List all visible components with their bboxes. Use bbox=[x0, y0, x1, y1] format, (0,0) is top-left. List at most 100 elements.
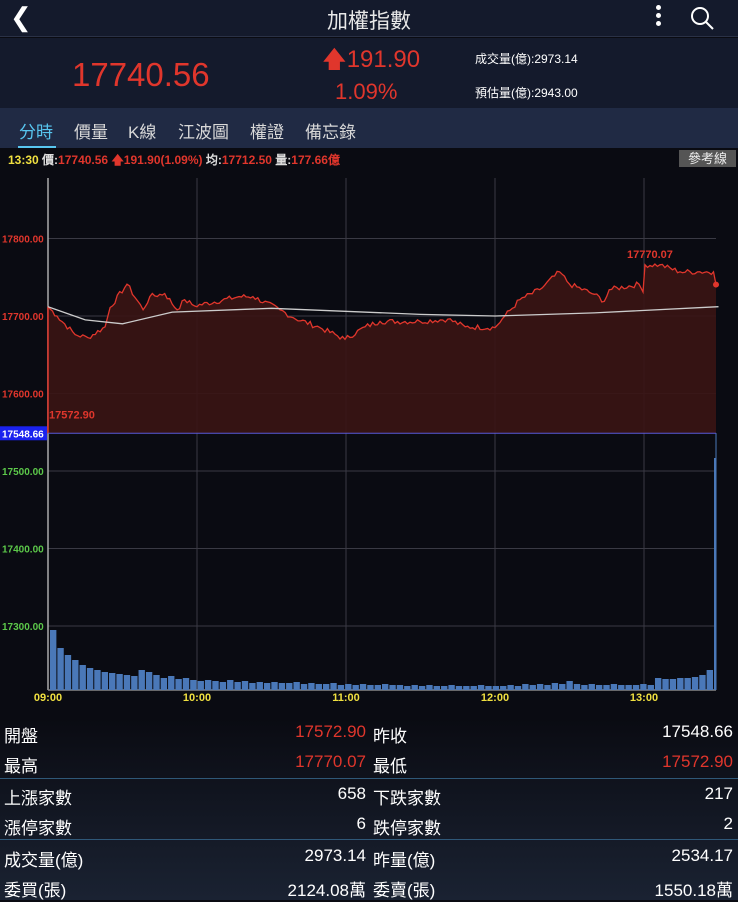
volume-bar bbox=[131, 676, 138, 690]
volume-bar bbox=[470, 686, 477, 690]
volume-bar bbox=[654, 678, 662, 690]
volume-bar bbox=[389, 685, 396, 690]
volume-bar bbox=[190, 680, 197, 690]
volume-bar bbox=[396, 685, 404, 690]
tab-kline[interactable]: K線 bbox=[128, 118, 156, 143]
volume-bar bbox=[50, 630, 57, 690]
volume-bar bbox=[212, 681, 219, 690]
tab-wave-chart[interactable]: 江波圖 bbox=[178, 118, 229, 143]
volume-bar bbox=[522, 684, 529, 690]
volume-bar bbox=[595, 685, 603, 690]
info-volume: 177.66億 bbox=[291, 153, 340, 167]
stats-row: 最高 17770.07 最低 17572.90 bbox=[0, 748, 738, 778]
prev-close-label: 17548.66 bbox=[2, 429, 44, 440]
quote-panel: 17740.56 🡅191.90 1.09% 成交量(億):2973.14 預估… bbox=[0, 38, 738, 108]
stat-value: 2534.17 bbox=[671, 846, 733, 865]
volume-bar bbox=[101, 672, 109, 690]
stat-value: 17548.66 bbox=[662, 722, 733, 741]
volume-bar bbox=[625, 685, 632, 690]
volume-bar bbox=[367, 685, 374, 690]
volume-bar bbox=[662, 679, 669, 690]
volume-bar bbox=[677, 678, 684, 690]
tab-warrants[interactable]: 權證 bbox=[250, 118, 284, 143]
stat-value: 1550.18萬 bbox=[654, 881, 733, 900]
divider bbox=[0, 839, 738, 840]
volume-bar bbox=[300, 684, 308, 690]
volume-bar bbox=[618, 685, 625, 690]
stat-label: 委賣(張) bbox=[373, 881, 436, 900]
volume-bar bbox=[359, 684, 367, 690]
volume-bar bbox=[72, 660, 79, 690]
volume-bar bbox=[315, 684, 322, 690]
info-time: 13:30 bbox=[8, 153, 39, 167]
stat-value: 658 bbox=[337, 784, 366, 803]
x-tick-label: 11:00 bbox=[332, 692, 360, 704]
price-area bbox=[48, 264, 717, 434]
volume-bar bbox=[322, 684, 330, 690]
stat-value: 6 bbox=[356, 814, 366, 833]
stat-value: 17770.07 bbox=[295, 752, 366, 771]
volume-bar bbox=[263, 683, 271, 690]
volume-bar bbox=[256, 682, 263, 690]
volume-bar bbox=[123, 675, 131, 690]
stat-label: 最高 bbox=[4, 757, 38, 776]
up-arrow-icon: 🡅 bbox=[111, 153, 124, 167]
volume-bar bbox=[308, 683, 315, 690]
reference-line-button[interactable]: 參考線 bbox=[679, 150, 736, 167]
search-icon[interactable] bbox=[690, 6, 714, 30]
volume-bar bbox=[441, 686, 448, 690]
y-tick-label: 17500.00 bbox=[2, 467, 44, 478]
stat-value: 2 bbox=[723, 814, 733, 833]
stat-value: 17572.90 bbox=[295, 722, 366, 741]
last-price-dot bbox=[713, 281, 720, 288]
high-label: 17770.07 bbox=[627, 249, 673, 261]
tab-memo[interactable]: 備忘錄 bbox=[305, 118, 356, 143]
volume-bar bbox=[337, 685, 345, 690]
y-tick-label: 17700.00 bbox=[2, 312, 44, 323]
volume-bar bbox=[714, 458, 716, 690]
stats-row: 成交量(億) 2973.14 昨量(億) 2534.17 bbox=[0, 842, 738, 872]
tab-price-volume[interactable]: 價量 bbox=[74, 118, 108, 143]
volume-bar bbox=[433, 686, 441, 690]
volume-value: 成交量(億):2973.14 bbox=[475, 52, 578, 66]
volume-bar bbox=[293, 682, 300, 690]
y-tick-label: 17800.00 bbox=[2, 235, 44, 246]
y-tick-label: 17400.00 bbox=[2, 545, 44, 556]
more-vertical-icon[interactable] bbox=[652, 3, 664, 29]
tab-intraday[interactable]: 分時 bbox=[19, 118, 53, 143]
volume-bar bbox=[404, 686, 411, 690]
last-price: 17740.56 bbox=[72, 56, 210, 93]
x-tick-label: 10:00 bbox=[183, 692, 211, 704]
volume-bar bbox=[640, 684, 647, 690]
volume-bar bbox=[204, 680, 212, 690]
volume-bar bbox=[352, 685, 359, 690]
volume-bar bbox=[160, 678, 168, 690]
volume-bar bbox=[57, 648, 64, 690]
volume-bar bbox=[249, 683, 256, 690]
estimated-volume: 預估量(億):2943.00 bbox=[475, 86, 578, 100]
volume-bar bbox=[219, 682, 227, 690]
page-title: 加權指數 bbox=[327, 10, 411, 33]
volume-bar bbox=[227, 680, 234, 690]
info-avg: 17712.50 bbox=[221, 153, 272, 167]
volume-bar bbox=[500, 686, 507, 690]
volume-bar bbox=[529, 685, 536, 690]
volume-bar bbox=[544, 685, 551, 690]
volume-bar bbox=[116, 674, 123, 690]
volume-bar bbox=[455, 686, 463, 690]
stat-label: 上漲家數 bbox=[4, 789, 72, 808]
top-bar: ❮ 加權指數 bbox=[0, 0, 738, 37]
y-tick-label: 17300.00 bbox=[2, 622, 44, 633]
volume-bar bbox=[536, 684, 544, 690]
y-tick-label: 17600.00 bbox=[2, 390, 44, 401]
stat-value: 217 bbox=[704, 784, 733, 803]
stat-label: 最低 bbox=[373, 757, 407, 776]
volume-bar bbox=[330, 683, 337, 690]
volume-bar bbox=[477, 685, 485, 690]
stat-label: 成交量(億) bbox=[4, 851, 84, 870]
stat-label: 下跌家數 bbox=[373, 789, 441, 808]
volume-bar bbox=[691, 677, 699, 690]
stat-label: 昨量(億) bbox=[373, 851, 436, 870]
volume-bar bbox=[197, 681, 204, 690]
volume-bar bbox=[573, 684, 581, 690]
